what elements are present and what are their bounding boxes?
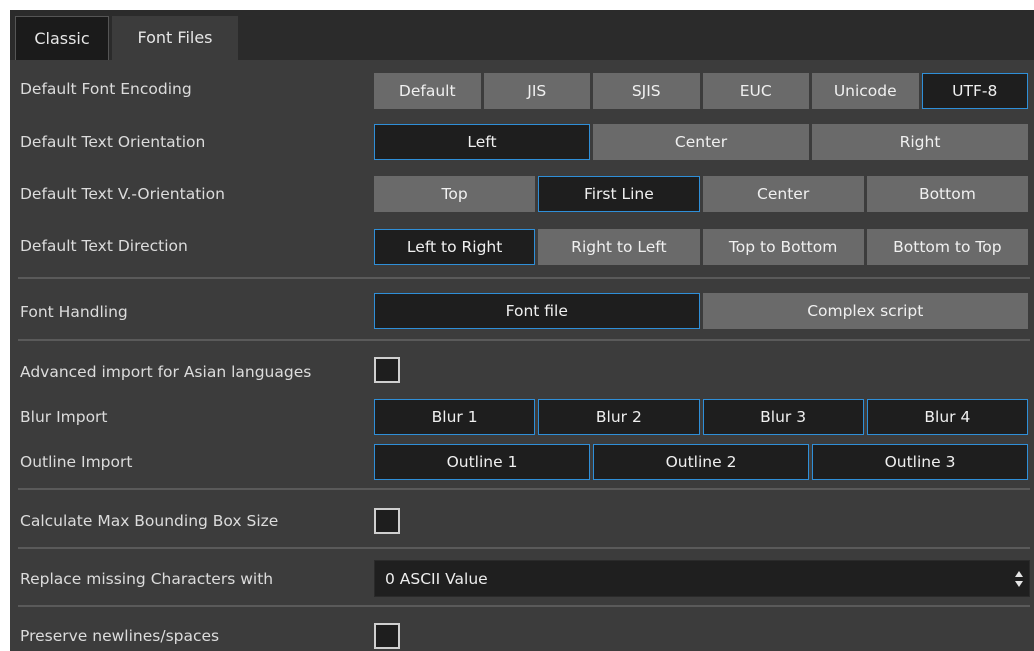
spinner-arrows-icon[interactable] — [1013, 567, 1025, 591]
v-orientation-first-line-button[interactable]: First Line — [538, 176, 700, 212]
divider — [18, 339, 1030, 341]
font-handling-button-group: Font file Complex script — [374, 293, 1028, 329]
preserve-newlines-label: Preserve newlines/spaces — [20, 627, 220, 645]
direction-bottom-to-top-button[interactable]: Bottom to Top — [866, 229, 1028, 265]
blur-blur-2-button[interactable]: Blur 2 — [538, 399, 700, 435]
encoding-euc-button[interactable]: EUC — [702, 73, 809, 109]
asian-import-label: Advanced import for Asian languages — [20, 363, 312, 381]
encoding-button-group: Default JIS SJIS EUC Unicode UTF-8 — [374, 73, 1028, 109]
asian-import-checkbox[interactable] — [374, 357, 400, 383]
divider — [18, 277, 1030, 279]
outline-import-label: Outline Import — [20, 453, 133, 471]
blur-blur-3-button[interactable]: Blur 3 — [702, 399, 864, 435]
encoding-utf-8-button[interactable]: UTF-8 — [921, 73, 1028, 109]
tab-font-files[interactable]: Font Files — [112, 16, 238, 60]
v-orientation-top-button[interactable]: Top — [374, 176, 536, 212]
replace-missing-value: 0 ASCII Value — [385, 570, 488, 588]
blur-import-button-group: Blur 1 Blur 2 Blur 3 Blur 4 — [374, 399, 1028, 435]
orientation-button-group: Left Center Right — [374, 124, 1028, 160]
outline-outline-2-button[interactable]: Outline 2 — [593, 444, 809, 480]
max-bbox-checkbox[interactable] — [374, 508, 400, 534]
orientation-left-button[interactable]: Left — [374, 124, 590, 160]
encoding-jis-button[interactable]: JIS — [483, 73, 590, 109]
tab-classic[interactable]: Classic — [15, 16, 109, 60]
encoding-label: Default Font Encoding — [20, 80, 192, 98]
encoding-unicode-button[interactable]: Unicode — [812, 73, 919, 109]
v-orientation-center-button[interactable]: Center — [702, 176, 864, 212]
blur-blur-4-button[interactable]: Blur 4 — [866, 399, 1028, 435]
replace-missing-spinbox[interactable]: 0 ASCII Value — [374, 560, 1030, 597]
direction-right-to-left-button[interactable]: Right to Left — [538, 229, 700, 265]
replace-missing-label: Replace missing Characters with — [20, 570, 274, 588]
outline-import-button-group: Outline 1 Outline 2 Outline 3 — [374, 444, 1028, 480]
divider — [18, 488, 1030, 490]
v-orientation-bottom-button[interactable]: Bottom — [866, 176, 1028, 212]
divider — [18, 547, 1030, 549]
encoding-sjis-button[interactable]: SJIS — [593, 73, 700, 109]
outline-outline-3-button[interactable]: Outline 3 — [812, 444, 1028, 480]
direction-label: Default Text Direction — [20, 237, 188, 255]
settings-content: Default Font Encoding Default JIS SJIS EUC U… — [10, 60, 1034, 651]
max-bbox-label: Calculate Max Bounding Box Size — [20, 512, 279, 530]
v-orientation-button-group: Top First Line Center Bottom — [374, 176, 1028, 212]
tab-bar: Classic Font Files — [10, 10, 1034, 60]
outline-outline-1-button[interactable]: Outline 1 — [374, 444, 590, 480]
direction-left-to-right-button[interactable]: Left to Right — [374, 229, 536, 265]
encoding-default-button[interactable]: Default — [374, 73, 481, 109]
divider — [18, 605, 1030, 607]
font-handling-label: Font Handling — [20, 303, 128, 321]
direction-button-group: Left to Right Right to Left Top to Bottom B… — [374, 229, 1028, 265]
blur-blur-1-button[interactable]: Blur 1 — [374, 399, 536, 435]
settings-panel: Classic Font Files Default Font Encoding… — [10, 10, 1034, 651]
font-handling-complex-script-button[interactable]: Complex script — [702, 293, 1028, 329]
preserve-newlines-checkbox[interactable] — [374, 623, 400, 649]
direction-top-to-bottom-button[interactable]: Top to Bottom — [702, 229, 864, 265]
blur-import-label: Blur Import — [20, 408, 108, 426]
orientation-label: Default Text Orientation — [20, 133, 206, 151]
v-orientation-label: Default Text V.-Orientation — [20, 185, 225, 203]
orientation-center-button[interactable]: Center — [593, 124, 809, 160]
orientation-right-button[interactable]: Right — [812, 124, 1028, 160]
font-handling-font-file-button[interactable]: Font file — [374, 293, 700, 329]
